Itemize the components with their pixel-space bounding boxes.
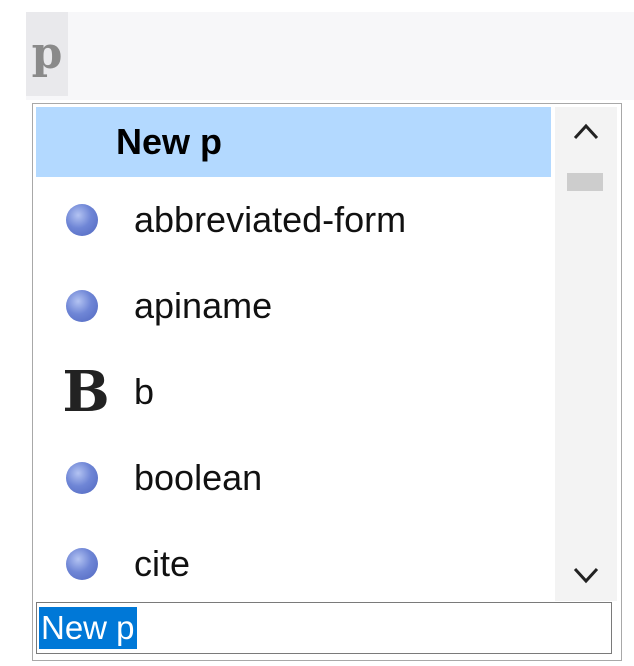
list-item-apiname[interactable]: apiname (36, 263, 551, 349)
scroll-thumb[interactable] (567, 173, 603, 191)
element-dot-icon (66, 548, 98, 580)
bold-icon: B (62, 359, 110, 425)
list-item-label: apiname (134, 285, 273, 326)
list-header-label: New p (116, 121, 223, 162)
element-list: New p abbreviated-form apiname B b boole… (36, 107, 551, 601)
element-name-input-text: New p (39, 607, 137, 649)
list-item-cite[interactable]: cite (36, 521, 551, 601)
chevron-down-icon (573, 567, 599, 584)
scroll-up-button[interactable] (555, 107, 617, 157)
list-item-abbreviated-form[interactable]: abbreviated-form (36, 177, 551, 263)
list-header-new-p[interactable]: New p (36, 107, 551, 177)
list-item-b[interactable]: B b (36, 349, 551, 435)
scroll-down-button[interactable] (555, 551, 617, 601)
element-name-input[interactable]: New p (36, 602, 612, 654)
element-dot-icon (66, 204, 98, 236)
list-item-label: boolean (134, 457, 263, 498)
chevron-up-icon (573, 123, 599, 140)
editor-tag-bar (26, 12, 634, 100)
list-item-label: b (134, 371, 155, 412)
element-dot-icon (66, 290, 98, 322)
list-item-label: abbreviated-form (134, 199, 407, 240)
element-insert-popup: New p abbreviated-form apiname B b boole… (32, 103, 622, 661)
list-scrollbar[interactable] (555, 107, 617, 601)
list-item-label: cite (134, 543, 191, 584)
list-item-boolean[interactable]: boolean (36, 435, 551, 521)
element-tag-p[interactable]: p (26, 12, 68, 96)
element-dot-icon (66, 462, 98, 494)
